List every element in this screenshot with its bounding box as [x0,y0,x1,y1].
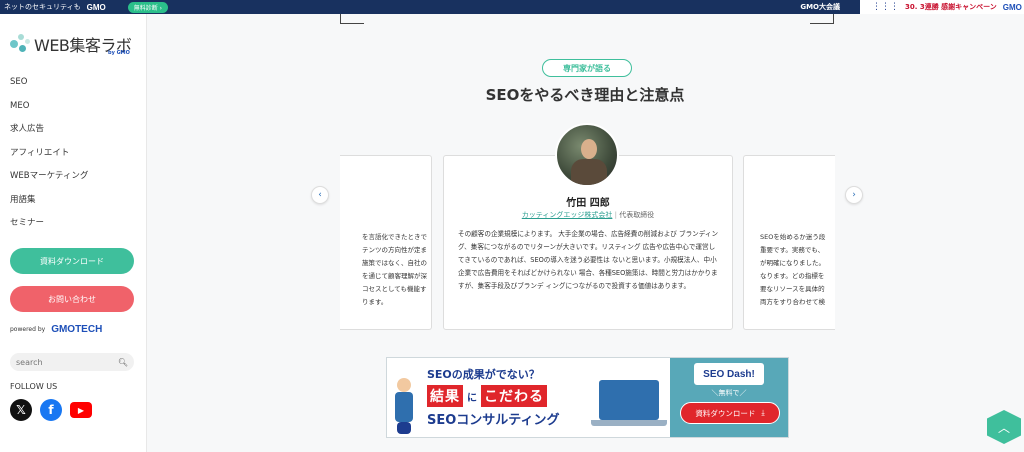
top-banner-bar: ネットのセキュリティも GMO 無料診断 › GMO大会議 ⋮⋮⋮ 30. 3連… [0,0,1024,14]
carousel-card-previous[interactable]: を言語化できたときで テンツの方向性が定ま 施策ではなく、自社の を通じて顧客理… [340,155,432,330]
gmo-logo: GMO [1002,2,1022,12]
logo-dots-icon [10,34,32,54]
download-button[interactable]: 資料ダウンロード [10,248,134,274]
gmo-conference-link[interactable]: GMO大会議 [800,2,840,12]
sidebar-item-web-marketing[interactable]: WEBマーケティング [10,170,88,194]
sidebar-item-meo[interactable]: MEO [10,100,88,124]
person-illustration-icon [397,378,411,392]
seo-consulting-banner[interactable]: SEOの成果がでない？ 結果 に こだわる SEOコンサルティング SEO Da… [386,357,789,438]
expert-avatar [555,123,619,187]
sidebar: WEB集客ラボ by GMO SEO MEO 求人広告 アフィリエイト WEBマ… [0,14,147,452]
campaign-strip[interactable]: ⋮⋮⋮ 30. 3連勝 感謝キャンペーン GMO [860,0,1024,14]
free-check-badge[interactable]: 無料診断 › [127,1,169,13]
company-link[interactable]: カッティングエッジ株式会社 [522,211,613,219]
section-title: SEOをやるべき理由と注意点 [485,86,685,104]
security-ad-text: ネットのセキュリティも [4,3,81,11]
social-links: 𝕏 f ▶ [10,399,92,421]
powered-by-text: powered by [10,326,46,333]
grid-icon[interactable]: ⋮⋮⋮ [872,2,899,12]
banner-download-button[interactable]: 資料ダウンロード ⤓ [680,402,780,424]
banner-question: SEOの成果がでない？ [427,368,540,381]
follow-us-label: FOLLOW US [10,382,58,391]
next-card-text: SEOを始めるか迷う段 重要です。実務でも、 が明確になりました。 なります。ど… [760,233,826,306]
sidebar-item-seminar[interactable]: セミナー [10,217,88,241]
sidebar-item-affiliate[interactable]: アフィリエイト [10,147,88,171]
gmo-brand: GMO [86,2,106,12]
banner-headline: 結果 に こだわる [427,385,547,407]
contact-button[interactable]: お問い合わせ [10,286,134,312]
powered-by: powered by GMOTECH [10,324,102,335]
facebook-icon[interactable]: f [40,399,62,421]
x-icon[interactable]: 𝕏 [10,399,32,421]
seodash-logo: SEO Dash! [694,363,764,385]
search-icon[interactable]: 🔍︎ [118,358,128,367]
free-label: ＼無料で／ [711,389,747,397]
carousel-card-next[interactable]: SEOを始めるか迷う段 重要です。実務でも、 が明確になりました。 なります。ど… [743,155,835,330]
previous-card-text: を言語化できたときで テンツの方向性が定ま 施策ではなく、自社の を通じて顧客理… [362,233,427,306]
chevron-up-icon: ︿ [997,420,1010,435]
expert-affiliation: カッティングエッジ株式会社 | 代表取締役 [521,211,655,219]
sidebar-nav: SEO MEO 求人広告 アフィリエイト WEBマーケティング 用語集 セミナー [10,76,88,241]
expert-pill: 専門家が語る [542,59,632,77]
sidebar-item-seo[interactable]: SEO [10,76,88,100]
expert-name: 竹田 四郎 [566,198,610,209]
expert-role: 代表取締役 [619,211,655,219]
download-icon: ⤓ [761,408,765,417]
sidebar-item-job-ads[interactable]: 求人広告 [10,123,88,147]
carousel-next-button[interactable]: › [845,186,863,204]
youtube-icon[interactable]: ▶ [70,402,92,418]
campaign-text: 30. 3連勝 感謝キャンペーン [905,3,997,11]
previous-section-frame [340,14,834,24]
search-input[interactable] [16,357,116,367]
laptop-illustration-icon [591,380,667,426]
expert-comment: その顧客の企業規模によります。 大手企業の場合、広告経費の削減および ブランディ… [458,230,719,290]
banner-consulting: SEOコンサルティング [427,413,560,428]
sidebar-item-glossary[interactable]: 用語集 [10,194,88,218]
gmotech-logo[interactable]: GMOTECH [51,324,102,335]
carousel-prev-button[interactable]: ‹ [311,186,329,204]
security-ad-strip[interactable]: ネットのセキュリティも GMO 無料診断 › GMO大会議 [0,0,860,14]
page-top-button[interactable]: ︿ [987,410,1021,444]
search-box[interactable]: 🔍︎ [10,353,134,371]
logo-by-gmo: by GMO [108,50,130,56]
